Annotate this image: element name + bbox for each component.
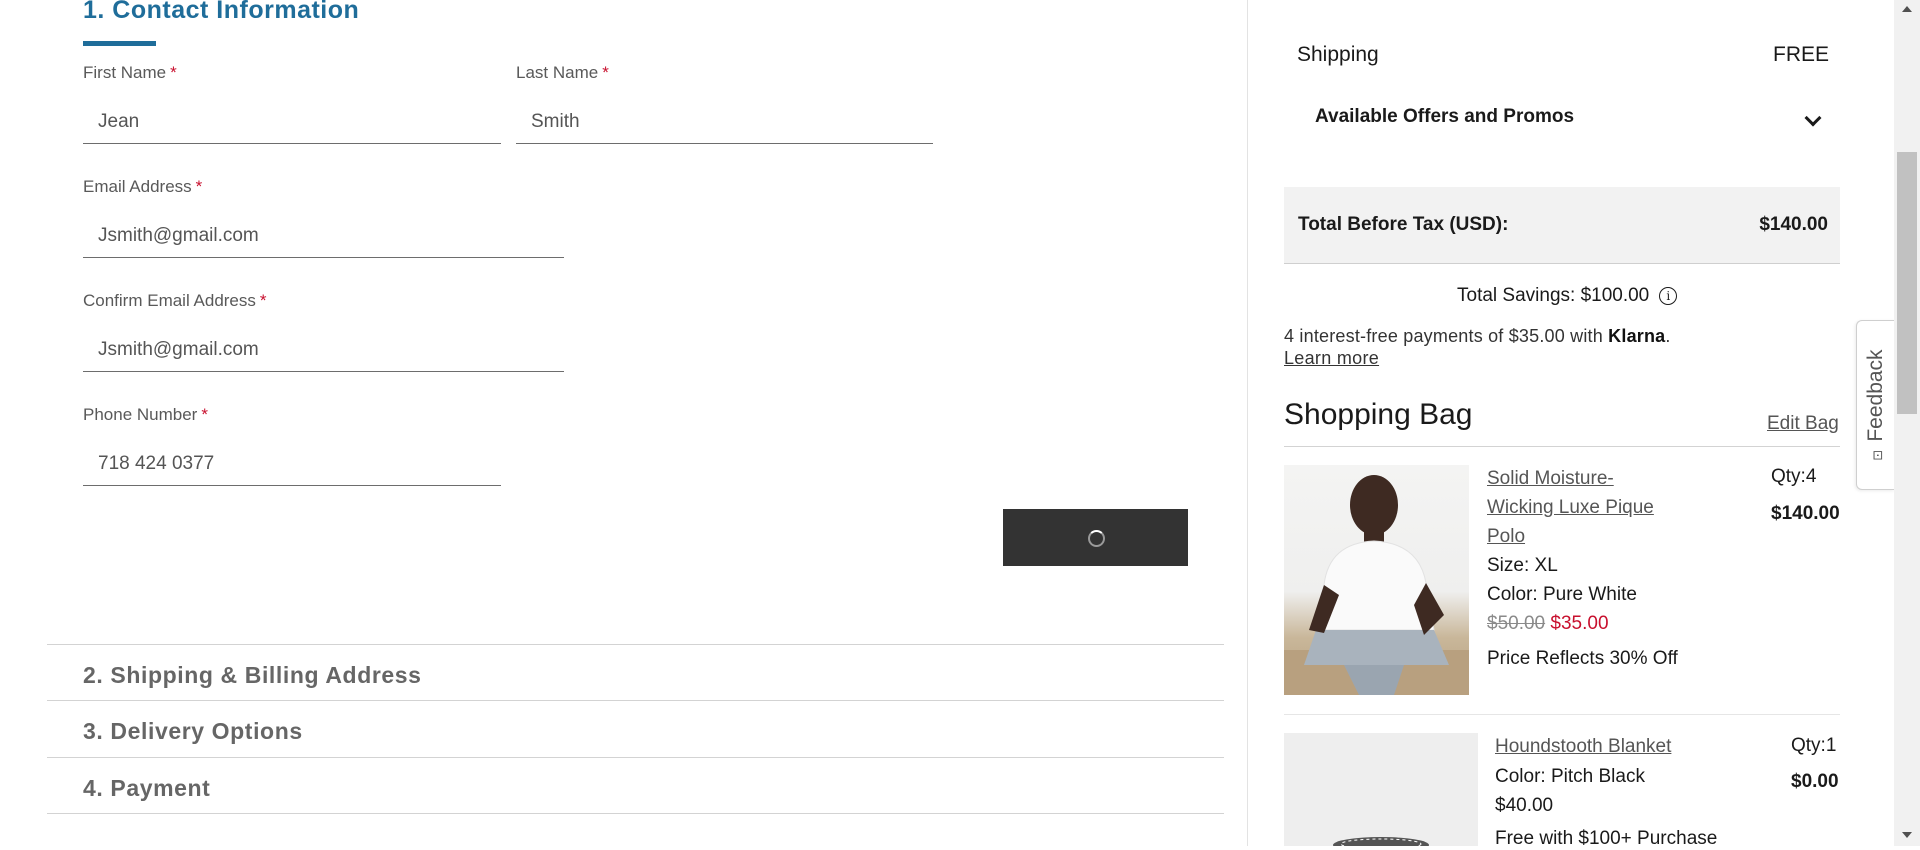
column-divider xyxy=(1247,0,1248,846)
product-qty: Qty:1 xyxy=(1791,735,1837,756)
confirm-email-label: Confirm Email Address * xyxy=(83,291,267,310)
promo-note: Free with $100+ Purchase xyxy=(1495,828,1718,849)
scroll-up-arrow-icon[interactable] xyxy=(1902,6,1912,12)
product-price: $40.00 xyxy=(1495,795,1554,816)
product-link-blanket[interactable]: Houndstooth Blanket xyxy=(1495,732,1671,761)
feedback-tab[interactable]: ⊡Feedback xyxy=(1856,320,1895,490)
total-before-tax-bar: Total Before Tax (USD): $140.00 xyxy=(1284,187,1840,264)
last-name-input[interactable] xyxy=(516,100,933,144)
step-delivery-options[interactable]: 3. Delivery Options xyxy=(83,718,303,745)
spinner-icon xyxy=(1087,529,1105,547)
divider xyxy=(47,813,1224,814)
phone-label: Phone Number * xyxy=(83,405,208,424)
email-label: Email Address * xyxy=(83,177,203,196)
discount-note: Price Reflects 30% Off xyxy=(1487,648,1678,669)
required-marker: * xyxy=(195,177,203,196)
polo-model-illustration xyxy=(1284,475,1469,695)
sale-price: $35.00 xyxy=(1550,613,1609,634)
edit-bag-link[interactable]: Edit Bag xyxy=(1767,413,1839,435)
offers-label: Available Offers and Promos xyxy=(1315,106,1575,127)
scrollbar-thumb[interactable] xyxy=(1897,152,1917,414)
shopping-bag-title: Shopping Bag xyxy=(1284,398,1473,431)
email-input[interactable] xyxy=(83,214,564,258)
klarna-brand: Klarna xyxy=(1608,326,1666,346)
last-name-label: Last Name * xyxy=(516,63,609,82)
product-line-total: $0.00 xyxy=(1791,771,1839,792)
required-marker: * xyxy=(201,405,208,424)
first-name-label: First Name * xyxy=(83,63,177,82)
divider xyxy=(47,644,1224,645)
divider xyxy=(1284,714,1840,715)
scroll-down-arrow-icon[interactable] xyxy=(1902,832,1912,838)
product-size: Size: XL xyxy=(1487,555,1558,576)
total-label: Total Before Tax (USD): xyxy=(1298,214,1509,235)
klarna-learn-more-link[interactable]: Learn more xyxy=(1284,348,1379,369)
step-shipping-billing[interactable]: 2. Shipping & Billing Address xyxy=(83,662,422,689)
continue-button[interactable] xyxy=(1003,509,1188,566)
total-savings: Total Savings: $100.00 i xyxy=(1457,285,1678,307)
shipping-value: FREE xyxy=(1773,43,1830,66)
phone-input[interactable] xyxy=(83,442,501,486)
chevron-down-icon xyxy=(1804,109,1822,127)
product-color: Color: Pitch Black xyxy=(1495,766,1645,787)
confirm-email-input[interactable] xyxy=(83,328,564,372)
required-marker: * xyxy=(602,63,609,82)
blanket-illustration xyxy=(1333,837,1429,846)
shipping-label: Shipping xyxy=(1297,43,1379,66)
klarna-message: 4 interest-free payments of $35.00 with … xyxy=(1284,326,1671,346)
product-qty: Qty:4 xyxy=(1771,466,1817,487)
step-payment[interactable]: 4. Payment xyxy=(83,775,210,802)
product-line-total: $140.00 xyxy=(1771,503,1840,524)
section-title-underline xyxy=(83,41,156,46)
total-value: $140.00 xyxy=(1759,214,1828,235)
required-marker: * xyxy=(259,291,267,310)
total-savings-text: Total Savings: $100.00 xyxy=(1457,285,1650,306)
contact-section-title: 1. Contact Information xyxy=(83,0,360,24)
divider xyxy=(47,700,1224,701)
offers-accordion[interactable]: Available Offers and Promos xyxy=(1297,96,1840,144)
product-color: Color: Pure White xyxy=(1487,584,1637,605)
product-link-polo[interactable]: Solid Moisture-Wicking Luxe Pique Polo xyxy=(1487,464,1672,551)
feedback-label: ⊡Feedback xyxy=(1864,349,1887,461)
divider xyxy=(47,757,1224,758)
product-image-polo[interactable] xyxy=(1284,465,1469,695)
first-name-input[interactable] xyxy=(83,100,501,144)
product-image-blanket[interactable] xyxy=(1284,733,1478,846)
scrollbar-track[interactable] xyxy=(1894,0,1920,846)
divider xyxy=(1284,446,1840,447)
feedback-icon: ⊡ xyxy=(1870,449,1885,461)
required-marker: * xyxy=(170,63,177,82)
info-icon[interactable]: i xyxy=(1659,286,1678,305)
original-price: $50.00 xyxy=(1487,613,1546,634)
product-price: $50.00 $35.00 xyxy=(1487,613,1609,635)
